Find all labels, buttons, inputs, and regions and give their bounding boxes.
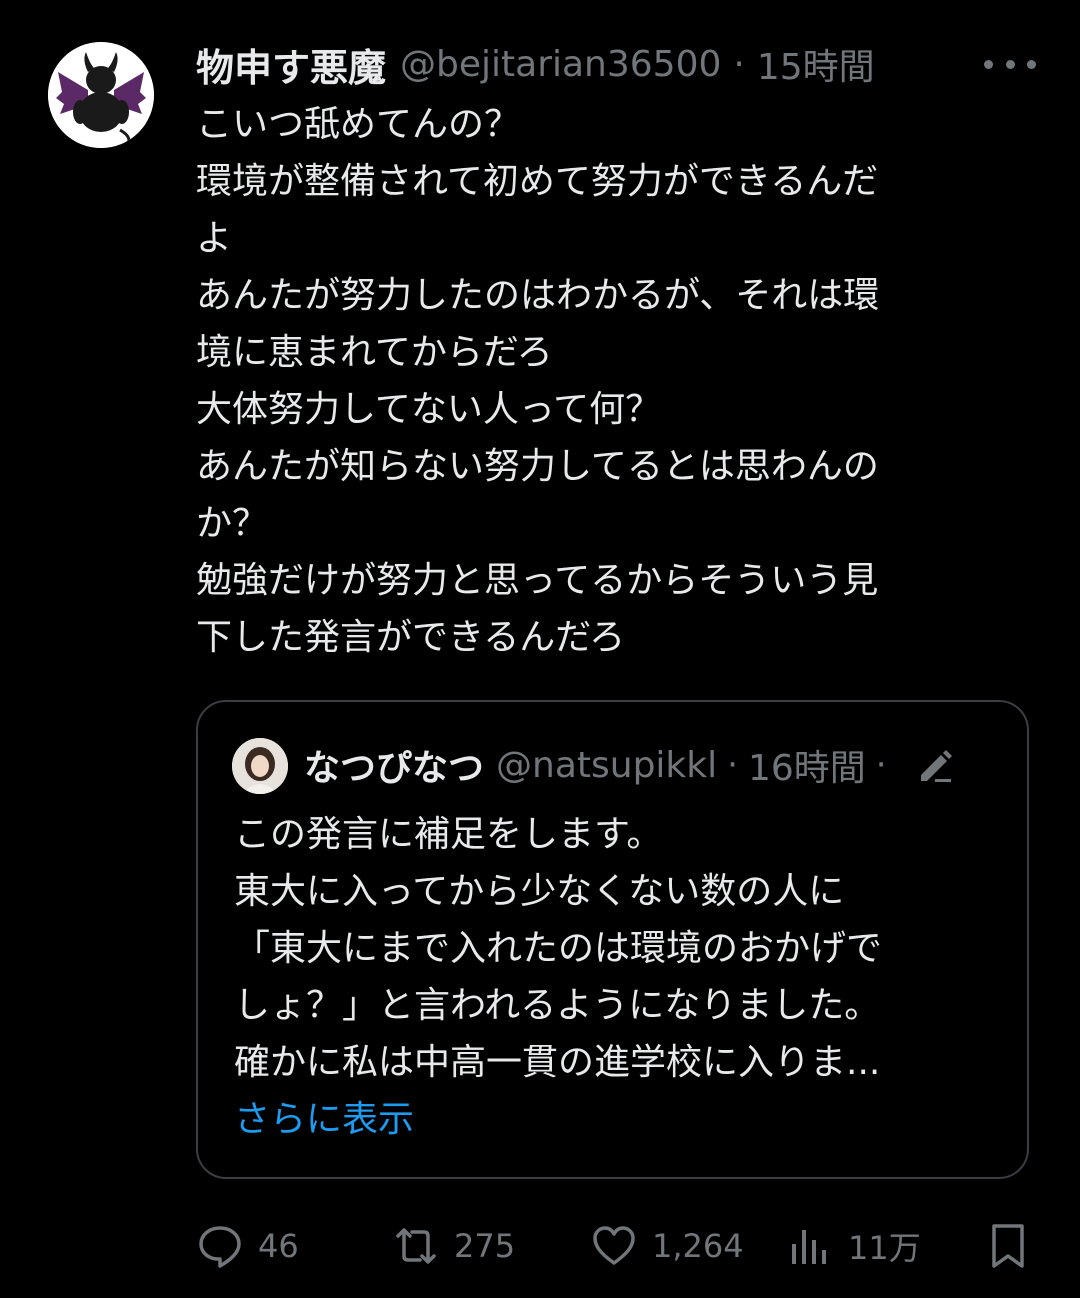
quote-text-line: 東大に入ってから少なくない数の人に bbox=[234, 871, 845, 912]
quote-text-line: しょ？」と言われるようになりました。 bbox=[234, 985, 881, 1026]
post-text-line: か？ bbox=[196, 503, 269, 544]
post-text-line: 環境が整備されて初めて努力ができるんだ bbox=[196, 161, 879, 202]
post-header: 物申す悪魔 @bejitarian36500 · 15時間 bbox=[196, 36, 1036, 92]
edit-icon bbox=[920, 750, 952, 782]
like-icon bbox=[593, 1226, 635, 1265]
repost-button[interactable]: 275 bbox=[392, 1214, 515, 1278]
views-button[interactable]: 11万 bbox=[786, 1214, 921, 1278]
views-icon bbox=[792, 1230, 826, 1264]
quote-author-handle: @natsupikkl bbox=[496, 744, 718, 786]
separator-dot: · bbox=[727, 745, 738, 785]
repost-icon bbox=[396, 1228, 436, 1264]
post-text-line: こいつ舐めてんの？ bbox=[196, 104, 521, 145]
quote-text-line: この発言に補足をします。 bbox=[234, 814, 663, 855]
quote-text-line: 「東大にまで入れたのは環境のおかげで bbox=[234, 928, 883, 969]
user-photo-avatar-icon bbox=[232, 738, 288, 794]
author-display-name[interactable]: 物申す悪魔 bbox=[196, 37, 386, 92]
like-count: 1,264 bbox=[652, 1227, 744, 1265]
devil-avatar-icon bbox=[48, 42, 154, 148]
bookmark-button[interactable] bbox=[984, 1214, 1032, 1278]
quote-author-avatar[interactable] bbox=[232, 738, 288, 794]
post-text-line: 勉強だけが努力と思ってるからそういう見 bbox=[196, 560, 879, 601]
views-count: 11万 bbox=[848, 1229, 921, 1267]
post-text-line: よ bbox=[196, 218, 233, 259]
quoted-post[interactable]: なつぴなつ @natsupikkl · 16時間 · この発言に補足をします。 … bbox=[196, 700, 1029, 1179]
post-text-line: 下した発言ができるんだろ bbox=[196, 617, 626, 658]
repost-count: 275 bbox=[454, 1227, 516, 1265]
separator-dot: · bbox=[875, 745, 887, 785]
show-more-link[interactable]: さらに表示 bbox=[234, 1091, 994, 1148]
post-text-line: あんたが努力したのはわかるが、それは環 bbox=[196, 275, 880, 316]
bookmark-icon bbox=[992, 1224, 1024, 1268]
like-button[interactable]: 1,264 bbox=[590, 1214, 744, 1278]
quote-text: この発言に補足をします。 東大に入ってから少なくない数の人に 「東大にまで入れた… bbox=[234, 806, 994, 1148]
post-text-line: あんたが知らない努力してるとは思わんの bbox=[196, 446, 879, 487]
reply-count: 46 bbox=[258, 1227, 299, 1265]
separator-dot: · bbox=[733, 43, 745, 85]
quote-header: なつぴなつ @natsupikkl · 16時間 · bbox=[304, 736, 994, 794]
reply-icon bbox=[199, 1226, 241, 1268]
author-avatar[interactable] bbox=[48, 42, 154, 148]
quote-author-display-name: なつぴなつ bbox=[304, 748, 485, 789]
reply-button[interactable]: 46 bbox=[196, 1214, 299, 1278]
action-bar: 46 275 1,264 11万 bbox=[196, 1214, 1036, 1278]
post-text-line: 大体努力してない人って何？ bbox=[196, 389, 662, 430]
quote-timestamp: 16時間 bbox=[747, 748, 866, 789]
quote-text-line: 確かに私は中高一貫の進学校に入りま... bbox=[234, 1042, 881, 1083]
post-timestamp[interactable]: 15時間 bbox=[757, 38, 875, 90]
more-icon[interactable] bbox=[984, 46, 1036, 82]
author-handle[interactable]: @bejitarian36500 bbox=[400, 44, 721, 85]
post-text: こいつ舐めてんの？ 環境が整備されて初めて努力ができるんだ よ あんたが努力した… bbox=[196, 96, 1016, 666]
post-text-line: 境に恵まれてからだろ bbox=[196, 332, 553, 373]
